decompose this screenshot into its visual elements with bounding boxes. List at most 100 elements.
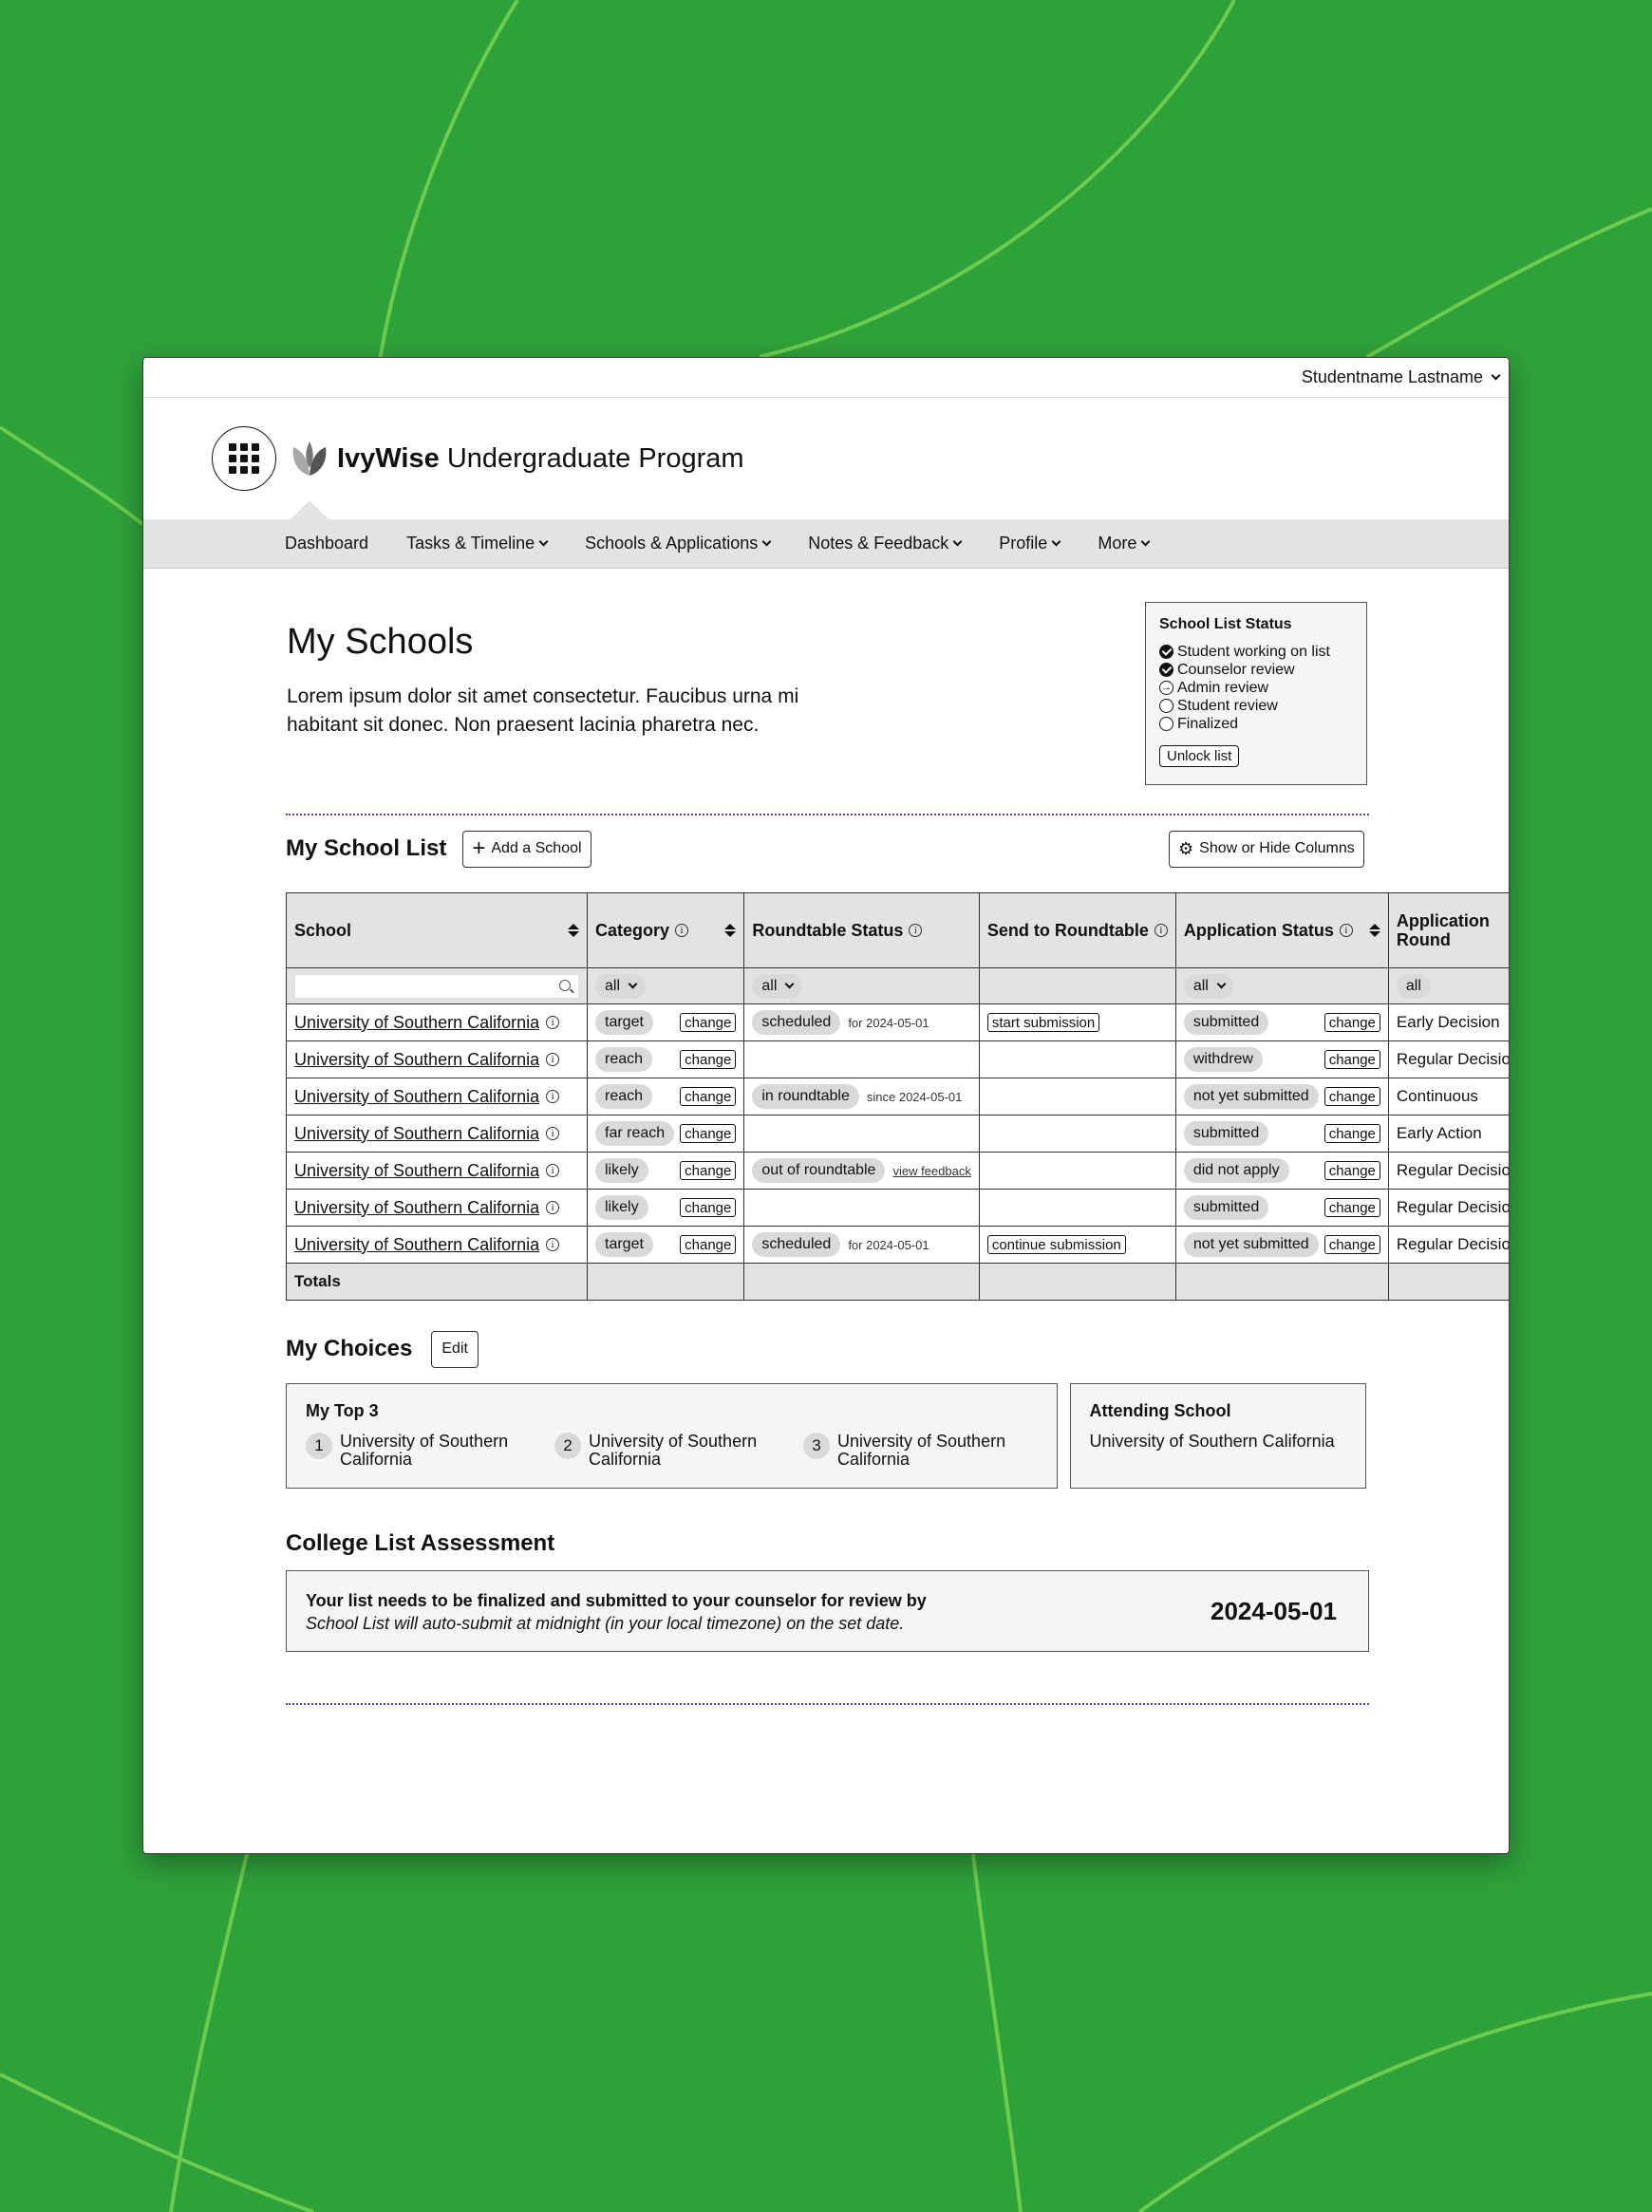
school-cell: University of Southern California i <box>286 1189 588 1227</box>
ivywise-logo-icon <box>292 441 327 476</box>
table-row: University of Southern California i far re… <box>286 1115 1509 1153</box>
category-cell: far reach change <box>586 1115 745 1153</box>
roundtable-status-tag: scheduled <box>752 1232 841 1257</box>
application-cell: submitted change <box>1174 1115 1389 1153</box>
col-application-status[interactable]: Application Status i <box>1174 892 1389 968</box>
col-school[interactable]: School <box>286 892 588 968</box>
category-tag: reach <box>595 1084 653 1109</box>
view-feedback-link[interactable]: view feedback <box>892 1164 970 1178</box>
school-link[interactable]: University of Southern California <box>294 1161 539 1181</box>
rank-badge: 3 <box>803 1433 830 1459</box>
page-title: My Schools <box>287 622 474 662</box>
info-icon[interactable]: i <box>1154 924 1168 937</box>
choices-row: My Top 3 1 University of Southern Califor… <box>286 1383 1366 1489</box>
info-icon[interactable]: i <box>546 1238 560 1251</box>
sort-icon[interactable] <box>568 924 579 937</box>
application-cell: not yet submitted change <box>1174 1226 1389 1264</box>
roundtable-cell <box>743 1115 980 1153</box>
top-3-list: 1 University of Southern California 2 Univ… <box>306 1433 1038 1469</box>
assessment-message: Your list needs to be finalized and subm… <box>306 1590 927 1610</box>
chevron-down-icon <box>761 536 772 547</box>
application-cell: not yet submitted change <box>1174 1078 1389 1115</box>
top-bar: Studentname Lastname <box>143 358 1509 398</box>
change-category-button[interactable]: change <box>680 1124 737 1143</box>
show-hide-columns-button[interactable]: ⚙ Show or Hide Columns <box>1169 830 1364 868</box>
info-icon[interactable]: i <box>546 1201 560 1214</box>
application-filter[interactable]: all <box>1183 973 1234 999</box>
status-step: Counselor review <box>1159 661 1353 679</box>
change-category-button[interactable]: change <box>680 1235 737 1254</box>
round-cell: Regular Decision <box>1387 1189 1509 1227</box>
info-icon[interactable]: i <box>546 1053 560 1066</box>
change-category-button[interactable]: change <box>680 1087 737 1106</box>
nav-more[interactable]: More <box>1098 534 1151 553</box>
check-circle-icon <box>1159 663 1173 677</box>
round-filter[interactable]: all <box>1396 973 1431 999</box>
school-search-input[interactable] <box>294 973 579 999</box>
chevron-down-icon <box>628 979 638 989</box>
info-icon[interactable]: i <box>546 1016 560 1029</box>
school-link[interactable]: University of Southern California <box>294 1050 539 1070</box>
apps-menu-button[interactable] <box>212 426 276 491</box>
change-application-button[interactable]: change <box>1323 1124 1380 1143</box>
category-cell: reach change <box>586 1078 745 1115</box>
col-category[interactable]: Category i <box>586 892 745 968</box>
send-cell <box>978 1152 1176 1190</box>
round-cell: Regular Decision <box>1387 1152 1509 1190</box>
brand-name: IvyWise <box>337 442 440 474</box>
category-cell: likely change <box>586 1189 745 1227</box>
info-icon[interactable]: i <box>546 1127 560 1140</box>
change-application-button[interactable]: change <box>1323 1161 1380 1180</box>
roundtable-filter[interactable]: all <box>752 973 803 999</box>
change-category-button[interactable]: change <box>680 1198 737 1217</box>
sort-icon[interactable] <box>724 924 737 937</box>
user-menu[interactable]: Studentname Lastname <box>1302 367 1501 387</box>
category-cell: reach change <box>586 1040 745 1078</box>
info-icon[interactable]: i <box>546 1164 560 1177</box>
change-category-button[interactable]: change <box>680 1050 737 1069</box>
info-icon[interactable]: i <box>675 924 689 937</box>
category-filter[interactable]: all <box>595 973 647 999</box>
change-application-button[interactable]: change <box>1323 1198 1380 1217</box>
school-link[interactable]: University of Southern California <box>294 1198 539 1218</box>
col-application-round: Application Round <box>1387 892 1509 968</box>
school-link[interactable]: University of Southern California <box>294 1235 539 1255</box>
school-table: School Category i Roundtable Status i Send… <box>286 892 1509 1301</box>
school-rows: University of Southern California i target… <box>286 1003 1509 1264</box>
change-category-button[interactable]: change <box>680 1013 737 1032</box>
school-link[interactable]: University of Southern California <box>294 1087 539 1107</box>
table-row: University of Southern California i reach c… <box>286 1040 1509 1078</box>
category-tag: target <box>595 1010 653 1035</box>
sort-icon[interactable] <box>1368 924 1380 937</box>
nav-dashboard[interactable]: Dashboard <box>285 534 368 553</box>
search-icon <box>559 979 571 991</box>
add-school-button[interactable]: + Add a School <box>462 830 591 868</box>
change-application-button[interactable]: change <box>1323 1050 1380 1069</box>
nav-tasks-timeline[interactable]: Tasks & Timeline <box>406 534 549 553</box>
change-application-button[interactable]: change <box>1323 1013 1380 1032</box>
roundtable-status-tag: in roundtable <box>752 1084 859 1109</box>
roundtable-cell <box>743 1189 980 1227</box>
nav-schools-applications[interactable]: Schools & Applications <box>585 534 772 553</box>
school-link[interactable]: University of Southern California <box>294 1013 539 1033</box>
info-icon[interactable]: i <box>546 1090 560 1103</box>
info-icon[interactable]: i <box>1339 924 1353 937</box>
change-category-button[interactable]: change <box>680 1161 737 1180</box>
table-row: University of Southern California i likely… <box>286 1189 1509 1227</box>
my-choices-title: My Choices <box>286 1336 413 1361</box>
school-cell: University of Southern California i <box>286 1078 588 1115</box>
change-application-button[interactable]: change <box>1323 1087 1380 1106</box>
roundtable-submission-button[interactable]: continue submission <box>986 1235 1126 1255</box>
info-icon[interactable]: i <box>909 924 923 937</box>
assessment-due-date: 2024-05-01 <box>1211 1596 1337 1625</box>
unlock-list-button[interactable]: Unlock list <box>1159 745 1240 767</box>
roundtable-submission-button[interactable]: start submission <box>986 1013 1100 1033</box>
attending-school-box: Attending School University of Southern … <box>1069 1383 1366 1489</box>
nav-profile[interactable]: Profile <box>999 534 1061 553</box>
nav-notes-feedback[interactable]: Notes & Feedback <box>808 534 963 553</box>
school-link[interactable]: University of Southern California <box>294 1124 539 1144</box>
round-cell: Continuous <box>1387 1078 1509 1115</box>
edit-choices-button[interactable]: Edit <box>431 1330 479 1368</box>
change-application-button[interactable]: change <box>1323 1235 1380 1254</box>
gear-icon: ⚙ <box>1178 838 1194 858</box>
